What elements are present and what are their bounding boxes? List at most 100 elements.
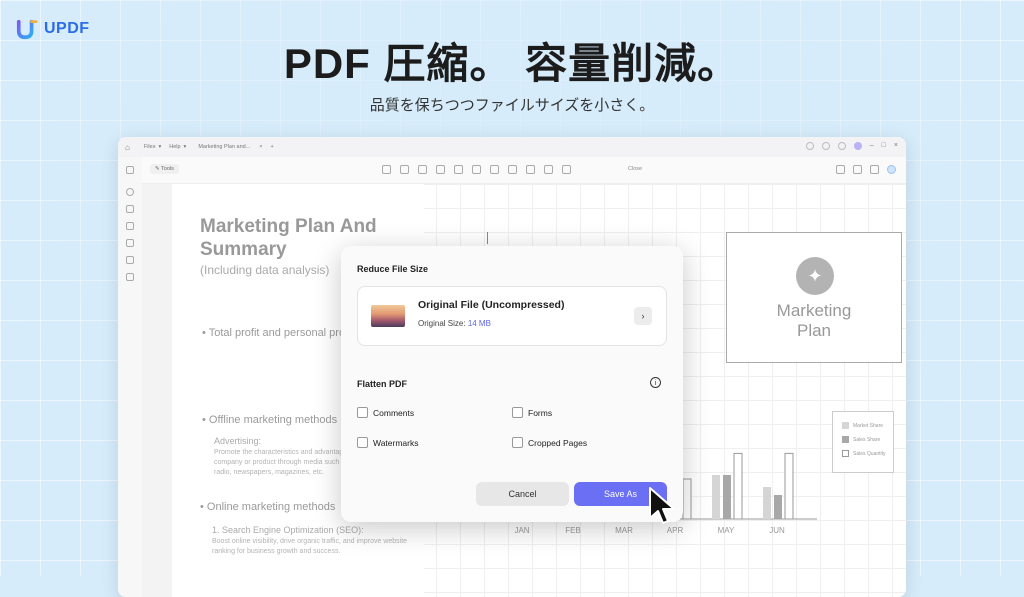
legend-swatch [842, 436, 849, 443]
highlight-tool-icon[interactable] [436, 165, 445, 174]
marketing-plan-box: ✦ Marketing Plan [726, 232, 902, 363]
legend-label: Sales Quantity [853, 450, 886, 457]
file-size: Original Size: 14 MB [418, 319, 491, 328]
legend-item-market-share: Market Share [842, 422, 883, 429]
bar-sales-quantity [682, 478, 692, 520]
checkbox-forms[interactable]: Forms [512, 407, 552, 418]
close-window-icon[interactable]: × [894, 142, 898, 150]
search-icon[interactable] [126, 188, 134, 196]
shape-tool-icon[interactable] [472, 165, 481, 174]
redo-icon[interactable] [853, 165, 862, 174]
original-file-card[interactable]: Original File (Uncompressed) Original Si… [357, 286, 667, 346]
ai-assistant-icon[interactable] [887, 165, 896, 174]
file-thumbnail [371, 305, 405, 327]
bell-icon[interactable] [821, 142, 830, 150]
headline: PDF 圧縮。 容量削減。 [283, 40, 741, 87]
bullet-offline-text: Offline marketing methods [208, 414, 338, 426]
checkbox-cropped-pages[interactable]: Cropped Pages [512, 437, 587, 448]
chevron-down-icon: ▾ [158, 144, 162, 150]
checkbox-box[interactable] [357, 437, 368, 448]
new-tab-button[interactable]: + [271, 144, 274, 150]
menu-help-label: Help [169, 144, 181, 150]
checkbox-label: Watermarks [373, 437, 419, 448]
attach-tool-icon[interactable] [508, 165, 517, 174]
tab-close-icon[interactable]: × [259, 144, 262, 150]
close-tools-button[interactable]: Close [628, 166, 642, 172]
maximize-icon[interactable]: □ [882, 142, 886, 150]
minimize-icon[interactable]: – [870, 142, 874, 150]
seo-text: Boost online visibility, drive organic t… [212, 538, 408, 555]
menu-files-label: Files [143, 144, 156, 150]
bullet-total-profit: • Total profit and personal profit [202, 327, 354, 339]
signature-icon[interactable] [126, 256, 134, 264]
file-size-label: Original Size: [418, 319, 466, 328]
text-tool-icon[interactable] [400, 165, 409, 174]
titlebar-icons: – □ × [805, 142, 898, 150]
comment-icon[interactable] [126, 205, 134, 213]
undo-icon[interactable] [836, 165, 845, 174]
left-sidebar [118, 157, 142, 597]
bar-sales-share [723, 475, 731, 519]
attachment-icon[interactable] [126, 239, 134, 247]
bookmark-icon[interactable] [126, 222, 134, 230]
menu-help[interactable]: Help ▾ [169, 144, 186, 150]
checkbox-box[interactable] [512, 407, 523, 418]
bullet-online-text: Online marketing methods [206, 501, 336, 513]
x-tick-label: MAR [615, 526, 633, 535]
advertising-heading: Advertising: [214, 436, 262, 446]
layers-icon[interactable] [126, 273, 134, 281]
bar-market-share [712, 475, 720, 519]
checkbox-label: Forms [528, 407, 553, 418]
info-icon[interactable]: i [650, 377, 661, 388]
x-tick-label: APR [667, 526, 684, 535]
doc-subtitle: (Including data analysis) [200, 263, 330, 277]
marketing-plan-label: Marketing Plan [776, 301, 852, 340]
legend-label: Market Share [853, 422, 884, 429]
seo-heading: 1. Search Engine Optimization (SEO): [212, 525, 364, 535]
reduce-file-size-dialog: Reduce File Size Original File (Uncompre… [341, 246, 683, 522]
cancel-button[interactable]: Cancel [476, 482, 569, 506]
flatten-pdf-title: Flatten PDF [357, 379, 408, 389]
checkbox-box[interactable] [512, 437, 523, 448]
file-size-value: 14 MB [467, 319, 491, 328]
save-icon[interactable] [870, 165, 879, 174]
bar-sales-quantity [733, 452, 743, 520]
checkbox-comments[interactable]: Comments [357, 407, 414, 418]
thumbnails-icon[interactable] [126, 166, 134, 174]
menu-files[interactable]: Files ▾ [144, 144, 161, 150]
tools-label: Tools [161, 166, 174, 172]
toolbar: ✎ Tools Close [142, 157, 906, 184]
x-tick-label: JAN [514, 526, 529, 535]
legend-item-sales-quantity: Sales Quantity [842, 450, 886, 457]
titlebar: ⌂ Files ▾ Help ▾ Marketing Plan and... × + … [118, 137, 906, 157]
stamp-tool-icon[interactable] [526, 165, 535, 174]
checkbox-watermarks[interactable]: Watermarks [357, 437, 419, 448]
checkbox-box[interactable] [357, 407, 368, 418]
tools-button[interactable]: ✎ Tools [150, 164, 179, 174]
x-tick-label: JUN [769, 526, 785, 535]
notification-icon[interactable] [805, 142, 814, 150]
pen-tool-icon[interactable] [454, 165, 463, 174]
bar-market-share [763, 487, 771, 519]
line-tool-icon[interactable] [490, 165, 499, 174]
document-tab[interactable]: Marketing Plan and... × [198, 144, 262, 150]
textbox-tool-icon[interactable] [418, 165, 427, 174]
annotation-tools [382, 165, 571, 174]
sticker-tool-icon[interactable] [544, 165, 553, 174]
legend-swatch [842, 450, 849, 457]
bullet-online: • Online marketing methods [200, 501, 336, 513]
avatar[interactable] [853, 142, 862, 150]
cart-icon[interactable] [837, 142, 846, 150]
signature-tool-icon[interactable] [562, 165, 571, 174]
bar-sales-quantity [784, 452, 794, 520]
checkbox-label: Cropped Pages [528, 437, 588, 448]
home-icon[interactable]: ⌂ [125, 143, 130, 152]
select-tool-icon[interactable] [382, 165, 391, 174]
x-tick-label: FEB [565, 526, 581, 535]
chevron-right-icon[interactable]: › [634, 307, 652, 325]
checkbox-label: Comments [373, 407, 415, 418]
bullet-offline: • Offline marketing methods [202, 414, 338, 426]
dialog-title: Reduce File Size [357, 264, 429, 274]
legend-item-sales-share: Sales Share [842, 436, 880, 443]
chevron-down-icon: ▾ [183, 144, 187, 150]
